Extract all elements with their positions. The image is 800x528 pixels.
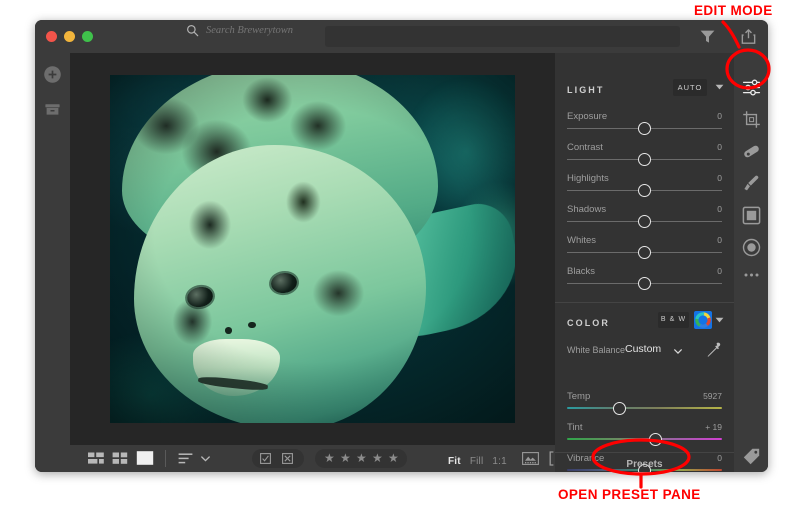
light-collapse-chevron-icon[interactable]	[715, 84, 724, 90]
zoom-option-1-1[interactable]: 1:1	[492, 456, 507, 467]
star-2[interactable]: ★	[340, 452, 351, 464]
edit-panel: LIGHT AUTO Exposure 0 Contrast 0 Highlights 0…	[555, 53, 734, 472]
filter-icon[interactable]	[699, 28, 716, 45]
slider-value-contrast: 0	[717, 142, 722, 152]
tag-icon[interactable]	[742, 447, 761, 466]
white-balance-value[interactable]: Custom	[625, 343, 661, 355]
search-icon	[187, 25, 199, 37]
light-section-title: LIGHT	[567, 85, 605, 95]
slider-row-temp: Temp 5927	[555, 391, 734, 422]
color-collapse-chevron-icon[interactable]	[715, 317, 724, 323]
star-3[interactable]: ★	[356, 452, 367, 464]
search-input[interactable]	[206, 23, 376, 38]
compare-view-icon[interactable]	[522, 452, 539, 465]
albums-archive-icon[interactable]	[43, 100, 62, 119]
slider-value-blacks: 0	[717, 266, 722, 276]
slider-label-whites: Whites	[567, 235, 597, 246]
slider-track-temp[interactable]	[567, 407, 722, 409]
single-photo-view-icon[interactable]	[136, 450, 154, 466]
chevron-down-icon[interactable]	[674, 349, 682, 354]
slider-row-tint: Tint + 19	[555, 422, 734, 453]
color-mix-button[interactable]	[694, 311, 712, 329]
slider-knob-temp[interactable]	[613, 402, 627, 415]
slider-row-whites: Whites 0	[555, 235, 734, 266]
window-close-button[interactable]	[46, 31, 57, 42]
slider-label-shadows: Shadows	[567, 204, 607, 215]
sort-icon[interactable]	[178, 453, 194, 464]
photo-canvas[interactable]	[70, 53, 555, 445]
slider-value-shadows: 0	[717, 204, 722, 214]
slider-knob-contrast[interactable]	[638, 153, 651, 166]
slider-row-shadows: Shadows 0	[555, 204, 734, 235]
slider-row-highlights: Highlights 0	[555, 173, 734, 204]
radial-gradient-icon[interactable]	[742, 238, 761, 257]
bottom-toolbar: ★ ★ ★ ★ ★ Fit Fill 1:1	[70, 445, 563, 472]
healing-brush-icon[interactable]	[742, 142, 761, 161]
slider-track-tint[interactable]	[567, 438, 722, 440]
presets-divider	[555, 452, 734, 453]
star-1[interactable]: ★	[324, 452, 335, 464]
photo-image-turtle[interactable]	[110, 75, 515, 423]
chevron-down-icon[interactable]	[201, 456, 210, 462]
add-photos-icon[interactable]	[43, 65, 62, 84]
presets-button[interactable]: Presets	[555, 454, 734, 472]
linear-gradient-icon[interactable]	[742, 206, 761, 225]
presets-bar: Presets	[555, 458, 734, 472]
white-balance-label: White Balance	[567, 345, 626, 355]
slider-label-blacks: Blacks	[567, 266, 595, 277]
sliders-icon[interactable]	[742, 78, 761, 97]
slider-value-whites: 0	[717, 235, 722, 245]
slider-value-temp: 5927	[703, 391, 722, 401]
slider-knob-whites[interactable]	[638, 246, 651, 259]
window-maximize-button[interactable]	[82, 31, 93, 42]
toolbar-divider	[165, 450, 166, 467]
right-rail	[734, 53, 768, 472]
slider-knob-highlights[interactable]	[638, 184, 651, 197]
window-minimize-button[interactable]	[64, 31, 75, 42]
zoom-option-fit[interactable]: Fit	[448, 456, 461, 467]
photo-vignette	[110, 75, 515, 423]
annotation-edit-mode-label: EDIT MODE	[694, 3, 773, 18]
flag-filter-group	[252, 449, 304, 468]
flag-pick-icon[interactable]	[260, 453, 271, 464]
star-4[interactable]: ★	[372, 452, 383, 464]
slider-label-exposure: Exposure	[567, 111, 608, 122]
star-5[interactable]: ★	[388, 452, 399, 464]
slider-label-temp: Temp	[567, 391, 591, 402]
auto-button[interactable]: AUTO	[673, 79, 707, 96]
slider-row-exposure: Exposure 0	[555, 111, 734, 142]
slider-label-highlights: Highlights	[567, 173, 609, 184]
slider-value-tint: + 19	[705, 422, 722, 432]
zoom-option-fill[interactable]: Fill	[470, 456, 484, 467]
zoom-level-group: Fit Fill 1:1	[448, 451, 516, 469]
slider-value-highlights: 0	[717, 173, 722, 183]
crop-icon[interactable]	[742, 110, 761, 129]
eyedropper-icon[interactable]	[707, 342, 721, 358]
ellipsis-icon[interactable]	[742, 270, 761, 280]
search-bar[interactable]	[325, 26, 680, 47]
slider-knob-blacks[interactable]	[638, 277, 651, 290]
black-and-white-button[interactable]: B & W	[658, 312, 689, 328]
slider-knob-exposure[interactable]	[638, 122, 651, 135]
slider-label-contrast: Contrast	[567, 142, 603, 153]
white-balance-row: White Balance Custom	[555, 342, 734, 365]
slider-knob-shadows[interactable]	[638, 215, 651, 228]
panel-divider	[555, 302, 734, 303]
title-bar	[35, 20, 768, 53]
annotation-open-preset-pane-label: OPEN PRESET PANE	[558, 487, 701, 502]
color-section-title: COLOR	[567, 318, 610, 328]
slider-value-exposure: 0	[717, 111, 722, 121]
slider-label-tint: Tint	[567, 422, 583, 433]
application-window: ★★★★★ FitFill1:1 LIGHT AUTO Exposure0Con…	[35, 20, 768, 472]
flag-reject-icon[interactable]	[282, 453, 293, 464]
brush-icon[interactable]	[742, 174, 761, 193]
grid-view-icon[interactable]	[112, 452, 128, 465]
slider-row-contrast: Contrast 0	[555, 142, 734, 173]
compact-grid-icon[interactable]	[88, 452, 104, 465]
left-rail	[35, 53, 70, 472]
share-export-icon[interactable]	[740, 28, 757, 45]
star-rating-filter[interactable]: ★ ★ ★ ★ ★	[315, 449, 407, 468]
slider-row-blacks: Blacks 0	[555, 266, 734, 297]
slider-knob-tint[interactable]	[648, 433, 662, 446]
